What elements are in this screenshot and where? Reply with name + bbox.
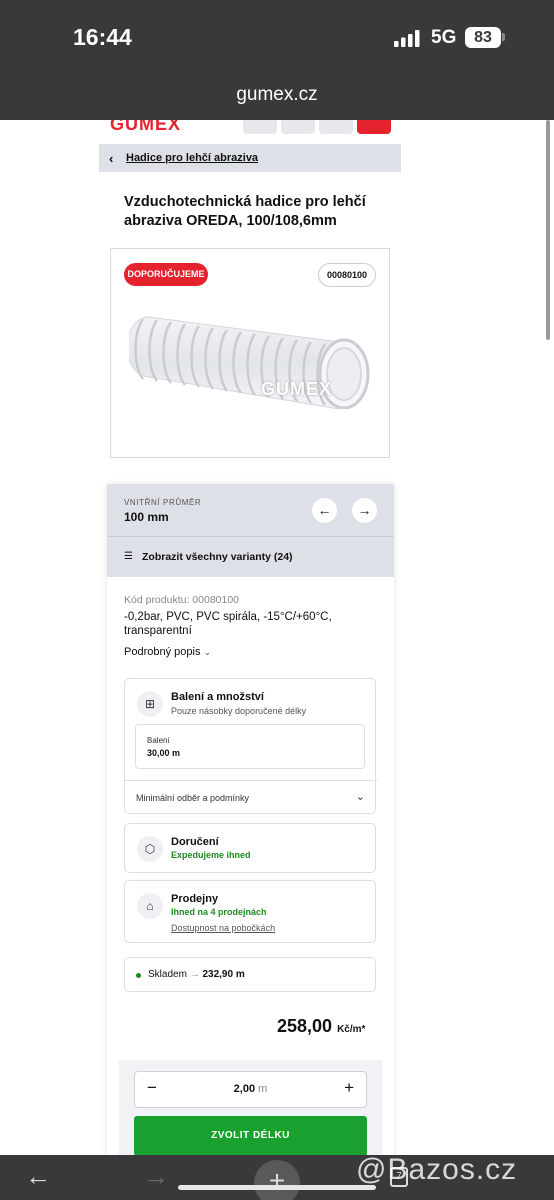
- stock-value: 232,90 m: [202, 969, 245, 980]
- cart-button[interactable]: [319, 120, 353, 134]
- product-image[interactable]: DOPORUČUJEME 00080100 GUMEX: [110, 248, 390, 458]
- variant-selector: VNITŘNÍ PRŮMĚR 100 mm ← →: [107, 484, 394, 536]
- variant-value: 100 mm: [124, 510, 169, 524]
- status-bar: 16:44 5G 83 gumex.cz: [0, 0, 554, 120]
- product-code: Kód produktu: 00080100: [124, 594, 240, 606]
- network-type: 5G: [431, 27, 457, 48]
- quantity-unit: m: [258, 1083, 268, 1095]
- search-button[interactable]: [243, 120, 277, 134]
- pack-value: 30,00 m: [147, 748, 181, 758]
- stores-status: Ihned na 4 prodejnách: [171, 907, 267, 917]
- arrow-right-icon: →: [189, 969, 203, 980]
- new-tab-icon[interactable]: +: [254, 1160, 300, 1200]
- next-variant-button[interactable]: →: [352, 498, 377, 523]
- choose-length-button[interactable]: ZVOLIT DÉLKU: [134, 1116, 367, 1155]
- all-variants-label: Zobrazit všechny varianty (24): [142, 551, 293, 563]
- image-watermark: GUMEX: [261, 379, 333, 399]
- detail-description-label: Podrobný popis: [124, 646, 201, 658]
- store-icon: ⌂: [137, 893, 163, 919]
- variant-label: VNITŘNÍ PRŮMĚR: [124, 498, 202, 507]
- chevron-down-icon: ⌄: [355, 791, 365, 803]
- chevron-down-icon: ⌄: [203, 647, 212, 657]
- packaging-subtitle: Pouze násobky doporučené délky: [171, 706, 307, 716]
- branch-availability-link[interactable]: Dostupnost na pobočkách: [171, 923, 275, 933]
- delivery-title: Doručení: [171, 836, 219, 848]
- min-order-label: Minimální odběr a podmínky: [136, 793, 250, 803]
- stock-label: Skladem: [148, 969, 187, 980]
- price-value: 258,00: [277, 1016, 333, 1036]
- quantity-number: 2,00: [233, 1083, 256, 1095]
- hose-image: [129, 316, 370, 409]
- quantity-area: − 2,00 m + ZVOLIT DÉLKU: [119, 1060, 382, 1155]
- signal-icon: [394, 30, 420, 47]
- back-icon[interactable]: ←: [25, 1161, 51, 1192]
- recommended-badge: DOPORUČUJEME: [124, 263, 208, 286]
- packaging-title: Balení a množství: [171, 691, 264, 703]
- price: 258,00 Kč/m*: [277, 1016, 365, 1037]
- list-icon: ☰: [124, 551, 133, 562]
- user-button[interactable]: [281, 120, 315, 134]
- breadcrumb[interactable]: ‹ Hadice pro lehčí abraziva: [99, 144, 401, 172]
- chevron-left-icon: ‹: [109, 151, 114, 166]
- product-description: -0,2bar, PVC, PVC spirála, -15°C/+60°C, …: [124, 611, 332, 637]
- detail-description-toggle[interactable]: Podrobný popis ⌄: [124, 646, 211, 658]
- price-unit: Kč/m*: [337, 1024, 366, 1035]
- stock-indicator: Skladem → 232,90 m: [124, 957, 376, 992]
- grid-icon: ⊞: [137, 691, 163, 717]
- pack-size-box: Balení 30,00 m: [135, 724, 365, 769]
- breadcrumb-label: Hadice pro lehčí abraziva: [126, 152, 259, 164]
- browser-toolbar: ← → + 7 @Bazos.cz: [0, 1153, 554, 1200]
- delivery-status: Expedujeme ihned: [171, 850, 251, 860]
- product-title: Vzduchotechnická hadice pro lehčí abrazi…: [124, 194, 366, 229]
- product-code-badge: 00080100: [318, 263, 376, 287]
- delivery-section: ⬡ Doručení Expedujeme ihned: [124, 823, 376, 873]
- purchase-panel: VNITŘNÍ PRŮMĚR 100 mm ← → ☰ Zobrazit vše…: [107, 484, 394, 1155]
- prev-variant-button[interactable]: ←: [312, 498, 337, 523]
- min-order-toggle[interactable]: Minimální odběr a podmínky ⌄: [125, 780, 377, 814]
- stock-dot-icon: [136, 973, 141, 978]
- address-bar[interactable]: gumex.cz: [0, 84, 554, 106]
- pack-label: Balení: [147, 736, 170, 745]
- battery-tip: [502, 33, 505, 41]
- bazos-watermark: @Bazos.cz: [356, 1153, 518, 1186]
- quantity-value[interactable]: 2,00 m: [135, 1083, 366, 1095]
- all-variants-button[interactable]: ☰ Zobrazit všechny varianty (24): [107, 536, 394, 577]
- quantity-stepper[interactable]: − 2,00 m +: [134, 1071, 367, 1108]
- status-time: 16:44: [73, 24, 132, 50]
- packaging-section: ⊞ Balení a množství Pouze násobky doporu…: [124, 678, 377, 814]
- site-logo[interactable]: GUMEX: [110, 120, 181, 135]
- arrow-left-icon: ←: [317, 502, 332, 518]
- package-icon: ⬡: [137, 836, 163, 862]
- web-page: GUMEX ‹ Hadice pro lehčí abraziva Vzduch…: [0, 120, 554, 1155]
- menu-button[interactable]: [357, 120, 391, 134]
- stores-title: Prodejny: [171, 893, 219, 905]
- battery-icon: 83: [465, 27, 501, 48]
- arrow-right-icon: →: [357, 502, 372, 518]
- home-indicator: [178, 1185, 376, 1190]
- forward-icon[interactable]: →: [143, 1161, 169, 1192]
- scrollbar[interactable]: [546, 120, 550, 340]
- plus-icon[interactable]: +: [344, 1078, 354, 1098]
- stores-section: ⌂ Prodejny Ihned na 4 prodejnách Dostupn…: [124, 880, 376, 943]
